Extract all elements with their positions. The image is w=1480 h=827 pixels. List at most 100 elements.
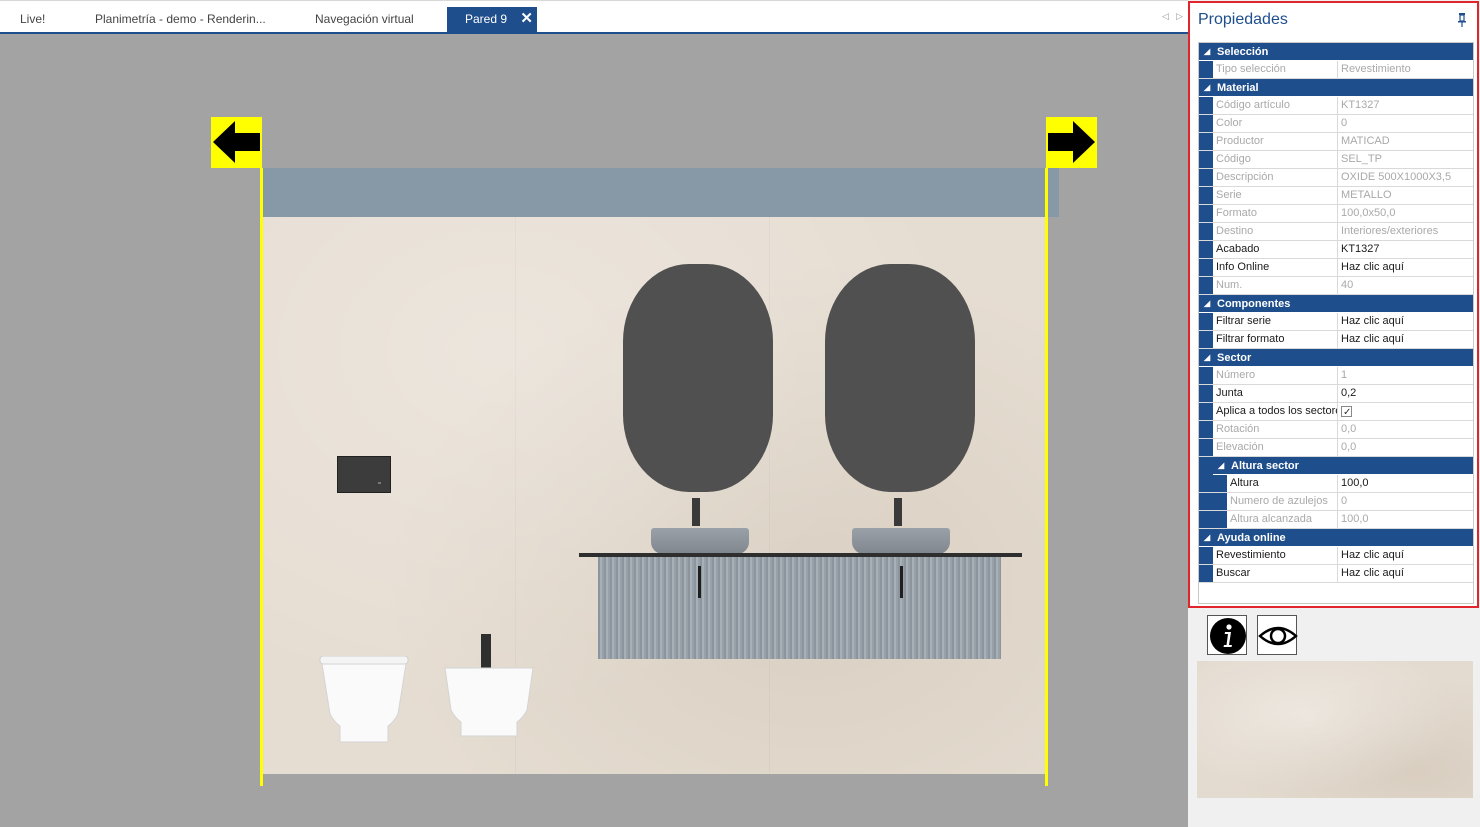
row-gutter — [1199, 403, 1213, 420]
filtrar-formato-link[interactable]: Haz clic aquí — [1338, 331, 1473, 348]
row-gutter — [1199, 547, 1213, 564]
tab-pared-9[interactable]: Pared 9 ✕ — [447, 7, 537, 34]
property-value: 40 — [1341, 279, 1354, 291]
previous-wall-button[interactable] — [211, 117, 262, 168]
collapse-triangle-icon[interactable]: ◢ — [1218, 457, 1224, 475]
properties-panel: Propiedades ◢ Selección Tipo selección Rev… — [1188, 1, 1479, 608]
faucet-right[interactable] — [894, 498, 902, 526]
flush-plate[interactable] — [337, 456, 391, 493]
tab-live[interactable]: Live! — [20, 7, 45, 33]
faucet-left[interactable] — [692, 498, 700, 526]
info-online-link[interactable]: Haz clic aquí — [1338, 259, 1473, 276]
buscar-link[interactable]: Haz clic aquí — [1338, 565, 1473, 582]
property-row[interactable]: Destino Interiores/exteriores — [1199, 223, 1473, 241]
property-label: Formato — [1213, 205, 1338, 222]
property-label: Descripción — [1213, 169, 1338, 186]
toilet[interactable] — [318, 656, 410, 744]
property-value: KT1327 — [1341, 99, 1380, 111]
revestimiento-link[interactable]: Haz clic aquí — [1338, 547, 1473, 564]
aplica-todos-checkbox[interactable] — [1341, 404, 1352, 420]
row-gutter — [1199, 223, 1213, 240]
section-componentes[interactable]: ◢ Componentes — [1199, 295, 1473, 313]
property-row[interactable]: Número 1 — [1199, 367, 1473, 385]
tab-planimetria[interactable]: Planimetría - demo - Renderin... — [95, 7, 266, 33]
property-row[interactable]: Código artículo KT1327 — [1199, 97, 1473, 115]
tab-navegacion-virtual[interactable]: Navegación virtual — [315, 7, 414, 33]
row-gutter — [1199, 277, 1213, 294]
property-row[interactable]: Tipo selección Revestimiento — [1199, 61, 1473, 79]
property-label: Junta — [1213, 385, 1338, 402]
property-row-acabado[interactable]: Acabado KT1327 — [1199, 241, 1473, 259]
wall-top-band[interactable] — [263, 168, 1059, 217]
next-wall-button[interactable] — [1046, 117, 1097, 168]
property-row-aplica-todos[interactable]: Aplica a todos los sectores — [1199, 403, 1473, 421]
row-gutter — [1199, 565, 1213, 582]
washbasin-left[interactable] — [651, 528, 749, 554]
property-value: 0,0 — [1341, 423, 1357, 435]
property-row[interactable]: Color 0 — [1199, 115, 1473, 133]
cabinet-handle-left — [698, 566, 701, 598]
property-row[interactable]: Numero de azulejos 0 — [1199, 493, 1473, 511]
bidet-faucet[interactable] — [481, 634, 491, 668]
property-row[interactable]: Código SEL_TP — [1199, 151, 1473, 169]
row-gutter — [1199, 385, 1213, 402]
property-value: 0,0 — [1341, 441, 1357, 453]
property-value: 1 — [1341, 369, 1348, 381]
row-gutter — [1213, 511, 1227, 528]
view-button[interactable] — [1257, 615, 1298, 655]
property-row-junta[interactable]: Junta 0,2 — [1199, 385, 1473, 403]
property-label: Elevación — [1213, 439, 1338, 456]
altura-input[interactable]: 100,0 — [1338, 475, 1473, 492]
property-value — [1338, 403, 1473, 420]
collapse-triangle-icon[interactable]: ◢ — [1204, 43, 1210, 61]
section-ayuda-online[interactable]: ◢ Ayuda online — [1199, 529, 1473, 547]
property-label: Serie — [1213, 187, 1338, 204]
scroll-right-icon[interactable]: ▷ — [1176, 11, 1183, 22]
collapse-triangle-icon[interactable]: ◢ — [1204, 349, 1210, 367]
property-label: Código artículo — [1213, 97, 1338, 114]
property-row[interactable]: Altura alcanzada 100,0 — [1199, 511, 1473, 529]
bidet[interactable] — [443, 666, 535, 738]
collapse-triangle-icon[interactable]: ◢ — [1204, 295, 1210, 313]
property-row-altura[interactable]: Altura 100,0 — [1199, 475, 1473, 493]
row-gutter — [1199, 331, 1213, 348]
junta-input[interactable]: 0,2 — [1338, 385, 1473, 402]
wall-right-edge-guide — [1045, 168, 1048, 786]
row-gutter — [1199, 169, 1213, 186]
property-row[interactable]: Productor MATICAD — [1199, 133, 1473, 151]
collapse-triangle-icon[interactable]: ◢ — [1204, 529, 1210, 547]
collapse-triangle-icon[interactable]: ◢ — [1204, 79, 1210, 97]
property-row[interactable]: Num. 40 — [1199, 277, 1473, 295]
property-row-filtrar-serie[interactable]: Filtrar serie Haz clic aquí — [1199, 313, 1473, 331]
row-gutter — [1199, 61, 1213, 78]
property-row-info-online[interactable]: Info Online Haz clic aquí — [1199, 259, 1473, 277]
info-button[interactable] — [1207, 615, 1247, 655]
property-label: Aplica a todos los sectores — [1213, 403, 1338, 420]
mirror-left[interactable] — [623, 264, 773, 492]
section-material[interactable]: ◢ Material — [1199, 79, 1473, 97]
property-row[interactable]: Elevación 0,0 — [1199, 439, 1473, 457]
property-row[interactable]: Serie METALLO — [1199, 187, 1473, 205]
property-label: Info Online — [1213, 259, 1338, 276]
vanity-cabinet[interactable] — [598, 557, 1001, 659]
row-gutter — [1199, 133, 1213, 150]
wall-elevation-viewport[interactable] — [0, 34, 1188, 827]
mirror-right[interactable] — [825, 264, 975, 492]
section-seleccion[interactable]: ◢ Selección — [1199, 43, 1473, 61]
property-label: Buscar — [1213, 565, 1338, 582]
close-icon[interactable]: ✕ — [520, 7, 533, 31]
section-altura-sector[interactable]: ◢ Altura sector — [1213, 457, 1473, 475]
property-label: Altura — [1227, 475, 1338, 492]
property-row-revestimiento[interactable]: Revestimiento Haz clic aquí — [1199, 547, 1473, 565]
washbasin-right[interactable] — [852, 528, 950, 554]
property-row-filtrar-formato[interactable]: Filtrar formato Haz clic aquí — [1199, 331, 1473, 349]
property-row[interactable]: Descripción OXIDE 500X1000X3,5 — [1199, 169, 1473, 187]
property-row[interactable]: Rotación 0,0 — [1199, 421, 1473, 439]
property-row-buscar[interactable]: Buscar Haz clic aquí — [1199, 565, 1473, 583]
section-sector[interactable]: ◢ Sector — [1199, 349, 1473, 367]
scroll-left-icon[interactable]: ◁ — [1162, 11, 1169, 22]
pin-icon[interactable] — [1457, 13, 1467, 27]
property-label: Destino — [1213, 223, 1338, 240]
property-row[interactable]: Formato 100,0x50,0 — [1199, 205, 1473, 223]
filtrar-serie-link[interactable]: Haz clic aquí — [1338, 313, 1473, 330]
